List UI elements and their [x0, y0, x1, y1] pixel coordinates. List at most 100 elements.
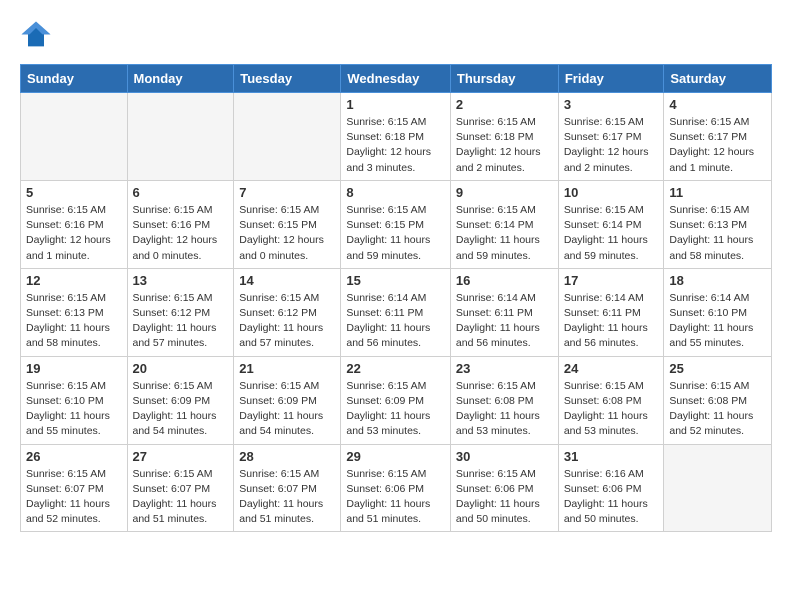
- day-number: 18: [669, 273, 766, 288]
- day-number: 12: [26, 273, 122, 288]
- day-info: Sunrise: 6:15 AM Sunset: 6:13 PM Dayligh…: [26, 291, 122, 352]
- day-cell: 22Sunrise: 6:15 AM Sunset: 6:09 PM Dayli…: [341, 356, 451, 444]
- day-cell: 28Sunrise: 6:15 AM Sunset: 6:07 PM Dayli…: [234, 444, 341, 532]
- day-number: 14: [239, 273, 335, 288]
- day-info: Sunrise: 6:15 AM Sunset: 6:16 PM Dayligh…: [26, 203, 122, 264]
- day-cell: 21 Sunrise: 6:15 AM Sunset: 6:09 PM Dayli…: [234, 356, 341, 444]
- day-cell: 7 Sunrise: 6:15 AM Sunset: 6:15 PM Daylig…: [234, 180, 341, 268]
- day-cell: 6Sunrise: 6:15 AM Sunset: 6:16 PM Daylig…: [127, 180, 234, 268]
- day-info: Sunrise: 6:15 AM Sunset: 6:12 PM Dayligh…: [133, 291, 229, 352]
- day-info: Sunrise: 6:15 AM Sunset: 6:15 PM Dayligh…: [346, 203, 445, 264]
- day-cell: 13 Sunrise: 6:15 AM Sunset: 6:12 PM Dayli…: [127, 268, 234, 356]
- day-info: Sunrise: 6:15 AM Sunset: 6:06 PM Dayligh…: [456, 467, 553, 528]
- day-number: 25: [669, 361, 766, 376]
- week-row-1: 1 Sunrise: 6:15 AM Sunset: 6:18 PM Daylig…: [21, 93, 772, 181]
- day-cell: 25 Sunrise: 6:15 AM Sunset: 6:08 PM Dayli…: [664, 356, 772, 444]
- day-cell: [21, 93, 128, 181]
- weekday-header-monday: Monday: [127, 65, 234, 93]
- day-number: 4: [669, 97, 766, 112]
- weekday-header-tuesday: Tuesday: [234, 65, 341, 93]
- day-number: 3: [564, 97, 659, 112]
- day-info: Sunrise: 6:15 AM Sunset: 6:08 PM Dayligh…: [669, 379, 766, 440]
- week-row-4: 19Sunrise: 6:15 AM Sunset: 6:10 PM Dayli…: [21, 356, 772, 444]
- day-cell: 10 Sunrise: 6:15 AM Sunset: 6:14 PM Dayli…: [558, 180, 664, 268]
- day-cell: 31 Sunrise: 6:16 AM Sunset: 6:06 PM Dayli…: [558, 444, 664, 532]
- day-number: 6: [133, 185, 229, 200]
- day-number: 17: [564, 273, 659, 288]
- day-info: Sunrise: 6:15 AM Sunset: 6:14 PM Dayligh…: [564, 203, 659, 264]
- day-number: 29: [346, 449, 445, 464]
- logo-icon: [20, 20, 52, 48]
- day-cell: 26Sunrise: 6:15 AM Sunset: 6:07 PM Dayli…: [21, 444, 128, 532]
- day-cell: 19Sunrise: 6:15 AM Sunset: 6:10 PM Dayli…: [21, 356, 128, 444]
- day-number: 31: [564, 449, 659, 464]
- day-number: 7: [239, 185, 335, 200]
- weekday-header-sunday: Sunday: [21, 65, 128, 93]
- day-info: Sunrise: 6:15 AM Sunset: 6:14 PM Dayligh…: [456, 203, 553, 264]
- day-cell: 17 Sunrise: 6:14 AM Sunset: 6:11 PM Dayli…: [558, 268, 664, 356]
- day-cell: 4 Sunrise: 6:15 AM Sunset: 6:17 PM Daylig…: [664, 93, 772, 181]
- weekday-header-saturday: Saturday: [664, 65, 772, 93]
- day-number: 2: [456, 97, 553, 112]
- day-number: 22: [346, 361, 445, 376]
- day-info: Sunrise: 6:15 AM Sunset: 6:10 PM Dayligh…: [26, 379, 122, 440]
- day-cell: 16 Sunrise: 6:14 AM Sunset: 6:11 PM Dayli…: [450, 268, 558, 356]
- day-info: Sunrise: 6:15 AM Sunset: 6:06 PM Dayligh…: [346, 467, 445, 528]
- day-number: 23: [456, 361, 553, 376]
- day-number: 30: [456, 449, 553, 464]
- day-info: Sunrise: 6:15 AM Sunset: 6:17 PM Dayligh…: [669, 115, 766, 176]
- day-cell: [664, 444, 772, 532]
- day-cell: 5Sunrise: 6:15 AM Sunset: 6:16 PM Daylig…: [21, 180, 128, 268]
- day-info: Sunrise: 6:14 AM Sunset: 6:11 PM Dayligh…: [456, 291, 553, 352]
- day-cell: [127, 93, 234, 181]
- day-number: 20: [133, 361, 229, 376]
- header: [20, 20, 772, 48]
- day-number: 8: [346, 185, 445, 200]
- day-cell: 18 Sunrise: 6:14 AM Sunset: 6:10 PM Dayli…: [664, 268, 772, 356]
- day-info: Sunrise: 6:14 AM Sunset: 6:11 PM Dayligh…: [564, 291, 659, 352]
- day-number: 21: [239, 361, 335, 376]
- day-cell: 8 Sunrise: 6:15 AM Sunset: 6:15 PM Daylig…: [341, 180, 451, 268]
- week-row-3: 12 Sunrise: 6:15 AM Sunset: 6:13 PM Dayli…: [21, 268, 772, 356]
- day-number: 9: [456, 185, 553, 200]
- day-cell: 2 Sunrise: 6:15 AM Sunset: 6:18 PM Daylig…: [450, 93, 558, 181]
- day-cell: 29 Sunrise: 6:15 AM Sunset: 6:06 PM Dayli…: [341, 444, 451, 532]
- day-info: Sunrise: 6:14 AM Sunset: 6:11 PM Dayligh…: [346, 291, 445, 352]
- day-cell: 30 Sunrise: 6:15 AM Sunset: 6:06 PM Dayli…: [450, 444, 558, 532]
- day-info: Sunrise: 6:15 AM Sunset: 6:18 PM Dayligh…: [456, 115, 553, 176]
- day-info: Sunrise: 6:15 AM Sunset: 6:15 PM Dayligh…: [239, 203, 335, 264]
- day-info: Sunrise: 6:15 AM Sunset: 6:09 PM Dayligh…: [239, 379, 335, 440]
- day-number: 1: [346, 97, 445, 112]
- day-number: 28: [239, 449, 335, 464]
- day-cell: [234, 93, 341, 181]
- day-cell: 20 Sunrise: 6:15 AM Sunset: 6:09 PM Dayli…: [127, 356, 234, 444]
- day-number: 11: [669, 185, 766, 200]
- day-cell: 3 Sunrise: 6:15 AM Sunset: 6:17 PM Daylig…: [558, 93, 664, 181]
- calendar: SundayMondayTuesdayWednesdayThursdayFrid…: [20, 64, 772, 532]
- day-info: Sunrise: 6:15 AM Sunset: 6:12 PM Dayligh…: [239, 291, 335, 352]
- day-cell: 23 Sunrise: 6:15 AM Sunset: 6:08 PM Dayli…: [450, 356, 558, 444]
- day-info: Sunrise: 6:16 AM Sunset: 6:06 PM Dayligh…: [564, 467, 659, 528]
- page: SundayMondayTuesdayWednesdayThursdayFrid…: [0, 0, 792, 552]
- day-number: 26: [26, 449, 122, 464]
- week-row-2: 5Sunrise: 6:15 AM Sunset: 6:16 PM Daylig…: [21, 180, 772, 268]
- weekday-header-row: SundayMondayTuesdayWednesdayThursdayFrid…: [21, 65, 772, 93]
- day-info: Sunrise: 6:15 AM Sunset: 6:13 PM Dayligh…: [669, 203, 766, 264]
- day-info: Sunrise: 6:15 AM Sunset: 6:09 PM Dayligh…: [133, 379, 229, 440]
- week-row-5: 26 Sunrise: 6:15 AM Sunset: 6:07 PM Dayli…: [21, 444, 772, 532]
- day-cell: 11 Sunrise: 6:15 AM Sunset: 6:13 PM Dayli…: [664, 180, 772, 268]
- day-number: 16: [456, 273, 553, 288]
- day-info: Sunrise: 6:14 AM Sunset: 6:10 PM Dayligh…: [669, 291, 766, 352]
- day-cell: 27Sunrise: 6:15 AM Sunset: 6:07 PM Dayli…: [127, 444, 234, 532]
- day-info: Sunrise: 6:15 AM Sunset: 6:07 PM Dayligh…: [133, 467, 229, 528]
- day-cell: 1Sunrise: 6:15 AM Sunset: 6:18 PM Daylig…: [341, 93, 451, 181]
- day-info: Sunrise: 6:15 AM Sunset: 6:08 PM Dayligh…: [456, 379, 553, 440]
- day-number: 10: [564, 185, 659, 200]
- day-cell: 24Sunrise: 6:15 AM Sunset: 6:08 PM Dayli…: [558, 356, 664, 444]
- day-number: 24: [564, 361, 659, 376]
- day-info: Sunrise: 6:15 AM Sunset: 6:17 PM Dayligh…: [564, 115, 659, 176]
- day-cell: 9 Sunrise: 6:15 AM Sunset: 6:14 PM Daylig…: [450, 180, 558, 268]
- day-number: 13: [133, 273, 229, 288]
- day-cell: 12 Sunrise: 6:15 AM Sunset: 6:13 PM Dayli…: [21, 268, 128, 356]
- weekday-header-friday: Friday: [558, 65, 664, 93]
